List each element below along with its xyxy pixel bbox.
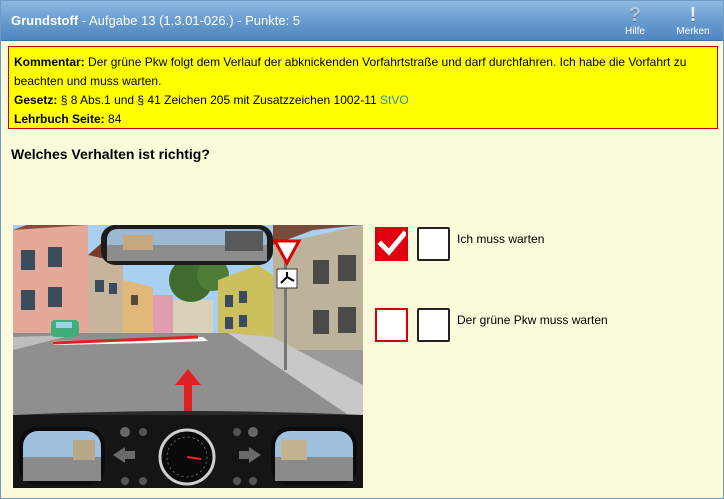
app-window: Grundstoff - Aufgabe 13 (1.3.01-026.) - … <box>0 0 724 499</box>
help-label: Hilfe <box>624 26 645 37</box>
title-bar: Grundstoff - Aufgabe 13 (1.3.01-026.) - … <box>1 1 723 41</box>
gesetz-label: Gesetz: <box>14 93 58 107</box>
comment-box: Kommentar: Der grüne Pkw folgt dem Verla… <box>8 46 718 129</box>
answer-1-text: Ich muss warten <box>457 232 545 246</box>
help-button[interactable]: ? Hilfe <box>613 4 657 38</box>
comment-line: Kommentar: Der grüne Pkw folgt dem Verla… <box>14 53 712 91</box>
law-line: Gesetz: § 8 Abs.1 und § 41 Zeichen 205 m… <box>14 91 712 110</box>
kommentar-text: Der grüne Pkw folgt dem Verlauf der abkn… <box>14 55 687 88</box>
traffic-scene-image <box>13 225 363 488</box>
lehrbuch-page: 84 <box>104 112 122 126</box>
textbook-line: Lehrbuch Seite: 84 <box>14 110 712 129</box>
lehrbuch-label: Lehrbuch Seite: <box>14 112 105 126</box>
question-mark-icon: ? <box>628 4 642 26</box>
exclamation-icon: ! <box>689 4 697 26</box>
window-title: Grundstoff - Aufgabe 13 (1.3.01-026.) - … <box>11 13 300 28</box>
stvo-link[interactable]: StVO <box>380 93 409 107</box>
bookmark-button[interactable]: ! Merken <box>671 4 715 38</box>
gesetz-text: § 8 Abs.1 und § 41 Zeichen 205 mit Zusat… <box>57 93 381 107</box>
answer-option-1: Ich muss warten <box>375 227 715 267</box>
answer-1-checkbox[interactable] <box>417 227 450 261</box>
checkmark-icon <box>377 230 408 256</box>
answer-2-correct-checkbox <box>375 308 408 342</box>
answer-2-checkbox[interactable] <box>417 308 450 342</box>
question-text: Welches Verhalten ist richtig? <box>11 146 210 162</box>
task-info: - Aufgabe 13 (1.3.01-026.) - Punkte: 5 <box>78 13 301 28</box>
bookmark-label: Merken <box>676 26 710 37</box>
answer-option-2: Der grüne Pkw muss warten <box>375 308 715 348</box>
kommentar-label: Kommentar: <box>14 55 85 69</box>
category-label: Grundstoff <box>11 13 79 28</box>
scene-illustration <box>13 225 363 488</box>
answer-1-correct-checkbox <box>375 227 408 261</box>
answer-2-text: Der grüne Pkw muss warten <box>457 313 608 327</box>
